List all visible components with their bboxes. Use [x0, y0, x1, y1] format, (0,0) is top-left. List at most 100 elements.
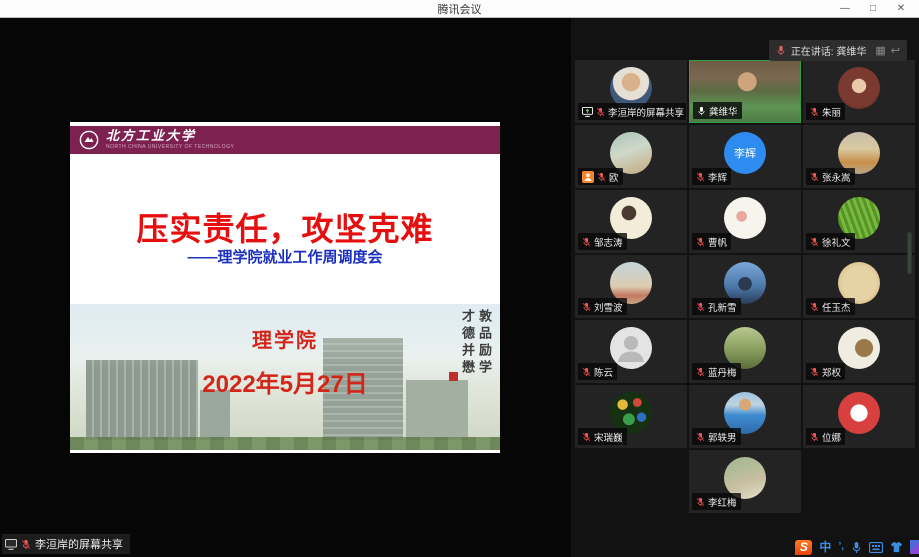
red-seal-icon	[449, 372, 458, 381]
participant-name: 位娜	[822, 430, 841, 444]
muted-mic-icon	[597, 172, 606, 182]
tray-overflow-icon[interactable]	[910, 540, 919, 554]
slide-title: 压实责任，攻坚克难	[70, 204, 500, 250]
participant-name: 曹帆	[708, 235, 727, 249]
muted-mic-icon	[696, 172, 705, 182]
participant-label: 李辉	[692, 168, 731, 185]
participant-label: 陈云	[578, 363, 617, 380]
university-name-block: 北方工业大学 NORTH CHINA UNIVERSITY OF TECHNOL…	[106, 130, 234, 150]
slide-subtitle: ——理学院就业工作周调度会	[70, 246, 500, 267]
soft-keyboard-icon[interactable]	[869, 542, 883, 553]
muted-mic-icon	[696, 302, 705, 312]
participant-tile[interactable]: 张永嵩	[803, 125, 915, 188]
punctuation-toggle[interactable]: ’,	[838, 542, 844, 552]
participant-name: 李辉	[708, 170, 727, 184]
layout-toggle-icon[interactable]: ▦	[875, 44, 885, 57]
university-name-cn: 北方工业大学	[106, 130, 234, 143]
shared-screen-stage: 北方工业大学 NORTH CHINA UNIVERSITY OF TECHNOL…	[0, 18, 571, 557]
speaking-banner[interactable]: 正在讲话: 龚维华 ▦ ↩	[769, 40, 907, 61]
panel-scrollbar-thumb[interactable]	[907, 232, 912, 274]
participant-label: 郭轶男	[692, 428, 741, 445]
participant-label: 邹志涛	[578, 233, 627, 250]
muted-mic-icon	[582, 302, 591, 312]
share-indicator-label: 李洹岸的屏幕共享	[35, 536, 123, 552]
participant-label: 刘雪波	[578, 298, 627, 315]
slide-date: 2022年5月27日	[70, 364, 500, 399]
participant-label: 徐礼文	[806, 233, 855, 250]
participant-tile[interactable]: 刘雪波	[575, 255, 687, 318]
muted-mic-icon	[582, 367, 591, 377]
muted-mic-icon	[810, 302, 819, 312]
host-icon	[582, 171, 594, 183]
participant-label: 张永嵩	[806, 168, 855, 185]
participant-tile[interactable]: 徐礼文	[803, 190, 915, 253]
participant-label: 宋瑞巍	[578, 428, 627, 445]
campus-photo: 理学院 2022年5月27日 敦品励学 才德并懋	[70, 304, 500, 450]
sogou-input-icon[interactable]: S	[795, 540, 812, 555]
participant-label: 曹帆	[692, 233, 731, 250]
participant-label: 李洹岸的屏幕共享	[578, 103, 686, 120]
calligraphy-motto: 敦品励学 才德并懋	[458, 309, 492, 377]
participant-name: 陈云	[594, 365, 613, 379]
participant-name: 刘雪波	[594, 300, 623, 314]
minimize-button[interactable]: —	[831, 0, 859, 17]
slide-department: 理学院	[70, 324, 500, 353]
participant-tile[interactable]: 位娜	[803, 385, 915, 448]
participant-tile[interactable]: 龚维华	[689, 60, 801, 123]
monitor-icon	[5, 539, 17, 550]
participant-label: 位娜	[806, 428, 845, 445]
window-controls: — □ ✕	[831, 0, 915, 17]
maximize-button[interactable]: □	[859, 0, 887, 17]
university-logo-icon	[79, 130, 99, 150]
participant-tile[interactable]: 蓝丹梅	[689, 320, 801, 383]
muted-mic-icon	[810, 172, 819, 182]
participant-name: 邹志涛	[594, 235, 623, 249]
participant-tile[interactable]: 任玉杰	[803, 255, 915, 318]
participant-name: 李红梅	[708, 495, 737, 509]
trees-strip	[70, 437, 500, 450]
participant-name: 宋瑞巍	[594, 430, 623, 444]
collapse-panel-icon[interactable]: ↩	[891, 44, 900, 57]
muted-mic-icon	[696, 367, 705, 377]
muted-mic-icon	[582, 432, 591, 442]
participant-tile[interactable]: 宋瑞巍	[575, 385, 687, 448]
screen-share-indicator: 李洹岸的屏幕共享	[2, 534, 130, 554]
participant-name: 郑权	[822, 365, 841, 379]
skin-shirt-icon[interactable]	[890, 541, 903, 553]
participant-label: 李红梅	[692, 493, 741, 510]
participant-tile[interactable]: 李辉李辉	[689, 125, 801, 188]
muted-mic-icon	[810, 432, 819, 442]
participant-label: 龚维华	[693, 102, 742, 119]
participant-tile[interactable]: 李红梅	[689, 450, 801, 513]
presentation-slide: 北方工业大学 NORTH CHINA UNIVERSITY OF TECHNOL…	[70, 122, 500, 453]
muted-mic-icon	[696, 237, 705, 247]
participant-name: 徐礼文	[822, 235, 851, 249]
muted-mic-icon	[696, 497, 705, 507]
participant-tile[interactable]: 李洹岸的屏幕共享	[575, 60, 687, 123]
close-button[interactable]: ✕	[887, 0, 915, 17]
banner-icons: ▦ ↩	[875, 44, 900, 57]
participant-tile[interactable]: 陈云	[575, 320, 687, 383]
participant-label: 郑权	[806, 363, 845, 380]
participant-tile[interactable]: 郑权	[803, 320, 915, 383]
participant-name: 孔新雪	[708, 300, 737, 314]
university-name-en: NORTH CHINA UNIVERSITY OF TECHNOLOGY	[106, 145, 234, 150]
participant-tile[interactable]: 朱丽	[803, 60, 915, 123]
participant-tile[interactable]: 曹帆	[689, 190, 801, 253]
participant-label: 欧	[578, 168, 623, 185]
participant-tile[interactable]: 郭轶男	[689, 385, 801, 448]
participant-name: 李洹岸的屏幕共享	[608, 105, 684, 119]
voice-input-icon[interactable]	[851, 541, 862, 554]
window-title: 腾讯会议	[438, 1, 482, 17]
participant-tile[interactable]: 孔新雪	[689, 255, 801, 318]
input-language-toggle[interactable]: 中	[819, 541, 831, 553]
mic-icon	[697, 106, 706, 116]
meeting-window: 北方工业大学 NORTH CHINA UNIVERSITY OF TECHNOL…	[0, 18, 919, 557]
participant-name: 蓝丹梅	[708, 365, 737, 379]
participant-tile[interactable]: 邹志涛	[575, 190, 687, 253]
participant-name: 郭轶男	[708, 430, 737, 444]
participant-tile[interactable]: 欧	[575, 125, 687, 188]
participant-name: 龚维华	[709, 104, 738, 118]
participant-name: 朱丽	[822, 105, 841, 119]
participants-panel: 正在讲话: 龚维华 ▦ ↩ 李洹岸的屏幕共享 龚维华 朱丽欧 李辉李辉张永嵩邹志涛 曹帆…	[571, 18, 919, 557]
